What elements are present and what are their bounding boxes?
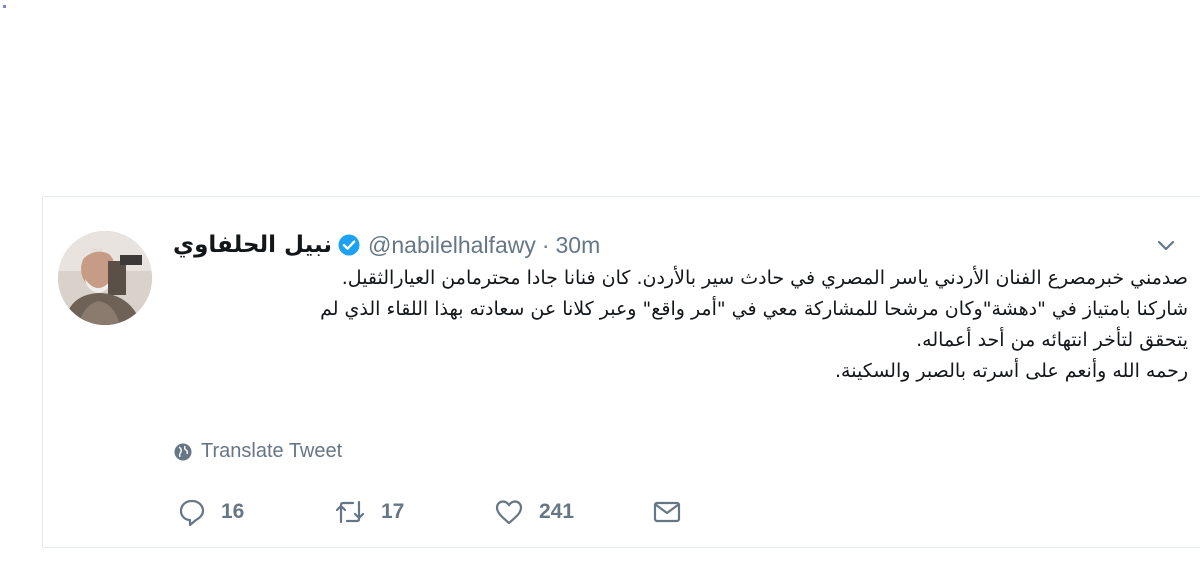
tweet-text-line: صدمني خبرمصرع الفنان الأردني ياسر المصري…: [341, 267, 1188, 289]
tweet-text-line: رحمه الله وأنعم على أسرته بالصبر والسكين…: [835, 360, 1188, 382]
user-handle[interactable]: @nabilelhalfawy: [368, 232, 536, 259]
timestamp[interactable]: 30m: [556, 232, 601, 259]
reply-button[interactable]: 16: [177, 497, 244, 527]
reply-icon: [179, 499, 205, 527]
like-count: 241: [539, 500, 575, 523]
verified-badge-icon: [338, 234, 360, 256]
tweet-text: صدمني خبرمصرع الفنان الأردني ياسر المصري…: [173, 263, 1188, 387]
screenshot-canvas: نبيل الحلفاوي @nabilelhalfawy · 30m صدمن…: [0, 0, 1200, 567]
retweet-count: 17: [381, 500, 405, 523]
tweet-header: نبيل الحلفاوي @nabilelhalfawy · 30m: [173, 229, 600, 261]
globe-icon: [174, 443, 192, 460]
display-name[interactable]: نبيل الحلفاوي: [173, 232, 332, 258]
tweet-card[interactable]: نبيل الحلفاوي @nabilelhalfawy · 30m صدمن…: [42, 196, 1200, 548]
reply-count: 16: [221, 500, 245, 523]
retweet-icon: [335, 500, 365, 524]
direct-message-button[interactable]: [651, 497, 683, 527]
separator-dot: ·: [541, 231, 550, 258]
retweet-button[interactable]: 17: [333, 497, 404, 527]
translate-tweet-link[interactable]: Translate Tweet: [173, 440, 342, 463]
envelope-icon: [653, 501, 681, 523]
like-button[interactable]: 241: [493, 497, 574, 527]
avatar[interactable]: [58, 231, 152, 325]
tweet-text-line: شاركنا بامتياز في "دهشة"وكان مرشحا للمشا…: [320, 298, 1188, 320]
translate-label: Translate Tweet: [201, 440, 343, 462]
chevron-down-icon[interactable]: [1154, 233, 1178, 257]
tweet-actions: 16 17 241: [173, 497, 693, 533]
heart-icon: [495, 500, 523, 525]
tweet-text-line: يتحقق لتأخر انتهائه من أحد أعماله.: [916, 329, 1188, 351]
stray-pixel: [3, 5, 6, 8]
